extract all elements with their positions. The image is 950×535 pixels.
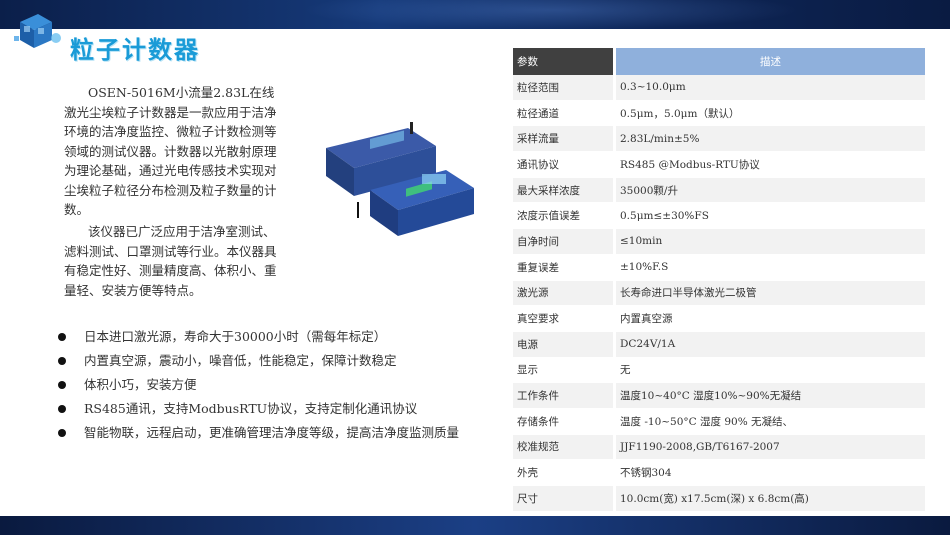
param-cell: 真空要求 xyxy=(513,306,616,332)
bullet-icon xyxy=(58,381,66,389)
feature-text: 体积小巧，安装方便 xyxy=(84,377,197,392)
table-row: 外壳 不锈钢304 xyxy=(513,460,925,486)
table-row: 通讯协议 RS485 @Modbus-RTU协议 xyxy=(513,152,925,178)
bullet-icon xyxy=(58,333,66,341)
value-cell: 温度10~40°C 湿度10%~90%无凝结 xyxy=(616,383,925,409)
feature-item: 智能物联，远程启动，更准确管理洁净度等级，提高洁净度监测质量 xyxy=(58,424,459,448)
intro-paragraph-2: 该仪器已广泛应用于洁净室测试、滤料测试、口罩测试等行业。本仪器具有稳定性好、测量… xyxy=(64,224,277,298)
value-cell: 35000颗/升 xyxy=(616,177,925,204)
spec-table: 参数 描述 粒径范围 0.3~10.0μm 粒径通道 0.5μm，5.0μm（默认）… xyxy=(513,48,925,512)
param-cell: 校准规范 xyxy=(513,434,616,461)
param-cell: 采样流量 xyxy=(513,126,616,153)
param-cell: 重复误差 xyxy=(513,254,616,281)
value-cell: 内置真空源 xyxy=(616,306,925,332)
particle-counter-device-image xyxy=(326,122,474,236)
value-cell: ≤10min xyxy=(616,229,925,255)
table-row: 工作条件 温度10~40°C 湿度10%~90%无凝结 xyxy=(513,383,925,409)
value-cell: DC24V/1A xyxy=(616,331,925,358)
value-cell: 10.0cm(宽) x17.5cm(深) x 6.8cm(高) xyxy=(616,486,925,512)
value-cell: 0.5μm，5.0μm（默认） xyxy=(616,100,925,127)
value-cell: 2.83L/min±5% xyxy=(616,126,925,153)
table-row: 校准规范 JJF1190-2008,GB/T6167-2007 xyxy=(513,434,925,461)
param-cell: 通讯协议 xyxy=(513,152,616,178)
table-header-row: 参数 描述 xyxy=(513,48,925,75)
value-cell: ±10%F.S xyxy=(616,254,925,281)
param-cell: 工作条件 xyxy=(513,383,616,409)
table-row: 自净时间 ≤10min xyxy=(513,229,925,255)
table-row: 采样流量 2.83L/min±5% xyxy=(513,126,925,153)
table-row: 粒径通道 0.5μm，5.0μm（默认） xyxy=(513,100,925,127)
table-row: 浓度示值误差 0.5μm≤±30%FS xyxy=(513,203,925,230)
table-row: 真空要求 内置真空源 xyxy=(513,306,925,332)
feature-text: 智能物联，远程启动，更准确管理洁净度等级，提高洁净度监测质量 xyxy=(84,425,460,440)
param-cell: 电源 xyxy=(513,331,616,358)
table-row: 粒径范围 0.3~10.0μm xyxy=(513,75,925,101)
header-param: 参数 xyxy=(513,48,616,75)
table-row: 显示无 xyxy=(513,357,925,384)
param-cell: 粒径范围 xyxy=(513,75,616,101)
feature-item: 日本进口激光源，寿命大于30000小时（需每年标定） xyxy=(58,328,459,352)
feature-item: RS485通讯，支持ModbusRTU协议，支持定制化通讯协议 xyxy=(58,400,459,424)
feature-text: RS485通讯，支持ModbusRTU协议，支持定制化通讯协议 xyxy=(84,401,418,416)
table-row: 最大采样浓度 35000颗/升 xyxy=(513,177,925,204)
table-row: 电源 DC24V/1A xyxy=(513,331,925,358)
value-cell: RS485 @Modbus-RTU协议 xyxy=(616,152,925,178)
value-cell: 0.5μm≤±30%FS xyxy=(616,203,925,230)
feature-item: 体积小巧，安装方便 xyxy=(58,376,459,400)
table-row: 尺寸 10.0cm(宽) x17.5cm(深) x 6.8cm(高) xyxy=(513,486,925,512)
param-cell: 存储条件 xyxy=(513,408,616,435)
intro-paragraph-1: OSEN-5016M小流量2.83L在线激光尘埃粒子计数器是一款应用于洁净环境的… xyxy=(64,85,277,217)
top-banner xyxy=(0,0,950,29)
value-cell: 不锈钢304 xyxy=(616,460,925,486)
param-cell: 显示 xyxy=(513,357,616,384)
param-cell: 最大采样浓度 xyxy=(513,177,616,204)
param-cell: 激光源 xyxy=(513,280,616,307)
bullet-icon xyxy=(58,357,66,365)
feature-text: 内置真空源，震动小，噪音低，性能稳定，保障计数稳定 xyxy=(84,353,397,368)
table-row: 存储条件 温度 -10~50°C 湿度 90% 无凝结、 xyxy=(513,408,925,435)
feature-list: 日本进口激光源，寿命大于30000小时（需每年标定） 内置真空源，震动小，噪音低… xyxy=(58,328,459,448)
param-cell: 自净时间 xyxy=(513,229,616,255)
value-cell: 温度 -10~50°C 湿度 90% 无凝结、 xyxy=(616,408,925,435)
feature-text: 日本进口激光源，寿命大于30000小时（需每年标定） xyxy=(84,329,387,344)
header-desc: 描述 xyxy=(616,48,925,75)
table-row: 重复误差 ±10%F.S xyxy=(513,254,925,281)
value-cell: 0.3~10.0μm xyxy=(616,75,925,101)
value-cell: 无 xyxy=(616,357,925,384)
param-cell: 外壳 xyxy=(513,460,616,486)
param-cell: 浓度示值误差 xyxy=(513,203,616,230)
param-cell: 尺寸 xyxy=(513,486,616,512)
feature-item: 内置真空源，震动小，噪音低，性能稳定，保障计数稳定 xyxy=(58,352,459,376)
bullet-icon xyxy=(58,405,66,413)
value-cell: JJF1190-2008,GB/T6167-2007 xyxy=(616,434,925,461)
bottom-banner xyxy=(0,516,950,535)
cube-logo-icon xyxy=(14,14,61,48)
param-cell: 粒径通道 xyxy=(513,100,616,127)
value-cell: 长寿命进口半导体激光二极管 xyxy=(616,280,925,307)
table-row: 激光源 长寿命进口半导体激光二极管 xyxy=(513,280,925,307)
page-title: 粒子计数器 xyxy=(70,36,200,64)
bullet-icon xyxy=(58,429,66,437)
banner-glow xyxy=(300,0,800,29)
